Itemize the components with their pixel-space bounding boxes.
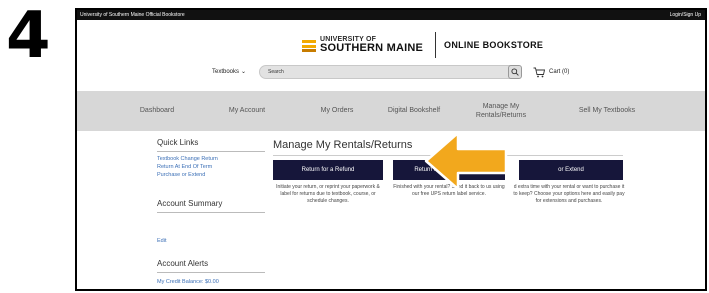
- cart-label: Cart (0): [549, 69, 570, 75]
- nav-my-orders[interactable]: My Orders: [297, 91, 377, 131]
- edit-link[interactable]: Edit: [157, 237, 166, 245]
- return-for-refund-button[interactable]: Return for a Refund: [273, 160, 383, 180]
- search-button[interactable]: [508, 65, 522, 79]
- site-title: University of Southern Maine Official Bo…: [80, 12, 185, 18]
- step-number: 4: [6, 0, 51, 73]
- nav-manage-rentals-returns[interactable]: Manage My Rentals/Returns: [468, 91, 534, 131]
- credit-balance-link[interactable]: My Credit Balance: $0.00: [157, 278, 219, 286]
- category-label: Textbooks: [212, 69, 240, 75]
- brand-header[interactable]: UNIVERSITY OF SOUTHERN MAINE ONLINE BOOK…: [302, 28, 543, 62]
- browser-screenshot: University of Southern Maine Official Bo…: [75, 8, 707, 291]
- university-name: UNIVERSITY OF SOUTHERN MAINE: [320, 36, 423, 54]
- search-icon: [511, 68, 519, 76]
- quick-links-list: Textbook Change Return Return At End Of …: [157, 155, 265, 179]
- quick-link-purchase-extend[interactable]: Purchase or Extend: [157, 171, 265, 179]
- category-dropdown[interactable]: Textbooks ⌄: [212, 65, 246, 79]
- chevron-down-icon: ⌄: [241, 69, 247, 75]
- main-nav: Dashboard My Account My Orders Digital B…: [77, 91, 705, 131]
- quick-link-end-of-term[interactable]: Return At End Of Term: [157, 163, 265, 171]
- purchase-or-extend-description: d extra time with your rental or want to…: [513, 184, 625, 204]
- nav-my-account[interactable]: My Account: [207, 91, 287, 131]
- search-input[interactable]: Search: [259, 65, 518, 79]
- university-logo-icon: [302, 38, 316, 52]
- search-row: Textbooks ⌄ Search Cart (0): [212, 65, 662, 79]
- return-for-refund-description: Initiate your return, or reprint your pa…: [276, 184, 380, 204]
- nav-digital-bookshelf[interactable]: Digital Bookshelf: [369, 91, 459, 131]
- university-name-bottom: SOUTHERN MAINE: [320, 42, 424, 54]
- account-summary-heading: Account Summary: [157, 199, 265, 213]
- account-alerts-heading: Account Alerts: [157, 259, 265, 273]
- cart-icon: [533, 67, 545, 77]
- brand-divider: [435, 32, 437, 58]
- sidebar: Quick Links Textbook Change Return Retur…: [157, 138, 265, 285]
- store-name: ONLINE BOOKSTORE: [444, 40, 544, 50]
- login-link[interactable]: Login/Sign Up: [670, 10, 701, 20]
- nav-sell-textbooks[interactable]: Sell My Textbooks: [557, 91, 657, 131]
- callout-arrow-icon: [424, 131, 508, 191]
- quick-link-change-return[interactable]: Textbook Change Return: [157, 155, 265, 163]
- page-title: Manage My Rentals/Returns: [273, 139, 413, 151]
- cart-button[interactable]: Cart (0): [533, 65, 569, 79]
- nav-dashboard[interactable]: Dashboard: [117, 91, 197, 131]
- top-bar: University of Southern Maine Official Bo…: [77, 10, 705, 20]
- quick-links-heading: Quick Links: [157, 138, 265, 152]
- purchase-or-extend-button[interactable]: or Extend: [519, 160, 623, 180]
